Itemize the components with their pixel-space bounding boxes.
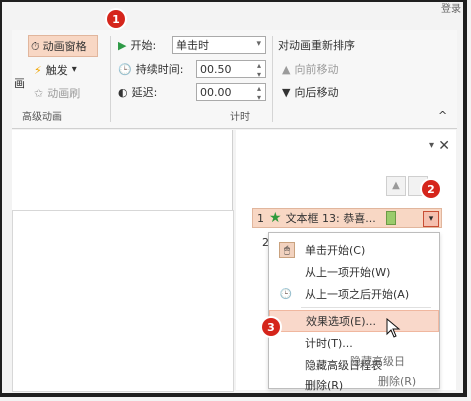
screenshot-frame: 登录 画 ⏱ 动画窗格 ⚡ 触发 ▾ ✩ 动画刷 高级动画 ▶ 开始: 单击时 … xyxy=(0,0,471,401)
outer-border xyxy=(0,0,467,397)
